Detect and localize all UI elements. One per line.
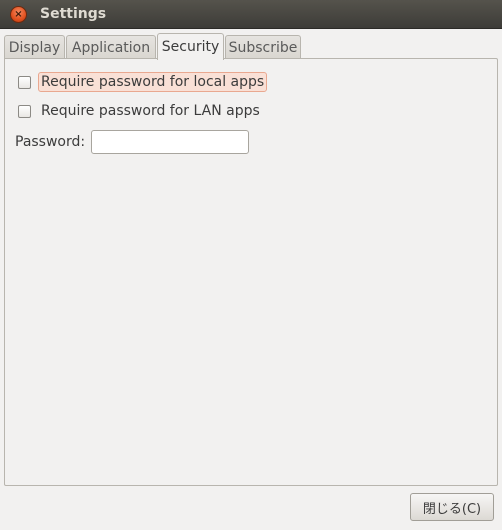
local-apps-label[interactable]: Require password for local apps	[38, 72, 268, 92]
window-title: Settings	[40, 6, 107, 22]
lan-apps-row: Require password for LAN apps	[18, 102, 263, 120]
tab-security[interactable]: Security	[157, 33, 224, 60]
window-close-icon[interactable]: ×	[10, 6, 27, 23]
password-label: Password:	[15, 134, 86, 150]
tab-subscribe[interactable]: Subscribe	[225, 35, 301, 59]
local-apps-checkbox[interactable]	[18, 75, 31, 89]
lan-apps-checkbox[interactable]	[18, 104, 31, 118]
password-row: Password:	[15, 130, 250, 154]
local-apps-row: Require password for local apps	[18, 72, 268, 92]
tab-display[interactable]: Display	[4, 35, 65, 59]
close-button[interactable]: 閉じる(C)	[410, 493, 494, 521]
tab-application[interactable]: Application	[66, 35, 156, 59]
password-field[interactable]	[91, 130, 250, 154]
lan-apps-label[interactable]: Require password for LAN apps	[38, 102, 263, 120]
security-panel	[4, 58, 498, 486]
title-bar: × Settings	[0, 0, 502, 29]
